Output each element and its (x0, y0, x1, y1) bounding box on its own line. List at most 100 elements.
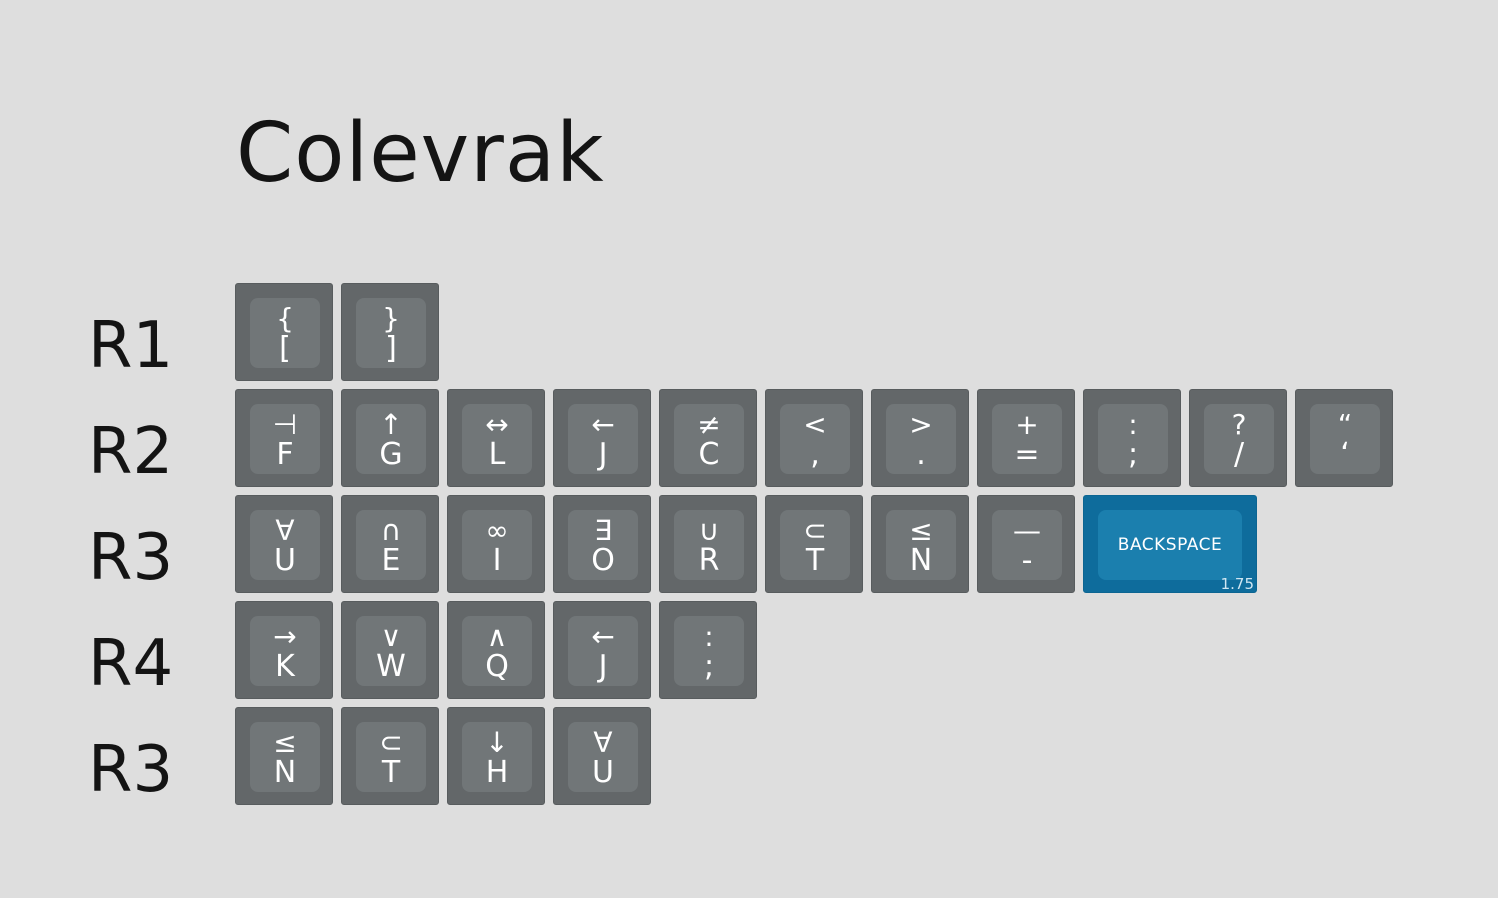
keycap-legend: N (909, 543, 933, 578)
keycap-face: ∃ O (568, 510, 638, 580)
keycap-face: BACKSPACE (1098, 510, 1242, 580)
keycap-legend: C (698, 437, 720, 472)
keycap-shift-legend: } (382, 302, 400, 335)
keycap-face: + = (992, 404, 1062, 474)
keycap-legend: T (381, 755, 401, 790)
keycap-legend: [ (279, 331, 291, 366)
keycap-face: ← J (568, 404, 638, 474)
keycap-shift-legend: ⊂ (379, 726, 403, 759)
keycap-legend: O (591, 543, 615, 578)
keycap-shift-legend: ≠ (697, 408, 721, 441)
keycap: ← J (553, 601, 651, 699)
keycap-shift-legend: “ (1337, 408, 1353, 441)
keycap-legend: W (376, 649, 406, 684)
keycap-legend: ‘ (1340, 437, 1350, 472)
row-label: R4 (88, 627, 174, 701)
keycap-legend: J (598, 437, 608, 472)
keycap-face: < , (780, 404, 850, 474)
keycap-face: ⊂ T (780, 510, 850, 580)
keycap: } ] (341, 283, 439, 381)
keycap: : ; (659, 601, 757, 699)
keycap-shift-legend: ∨ (380, 620, 402, 653)
keycap-shift-legend: ∞ (485, 514, 509, 547)
keycap-legend: ; (703, 649, 715, 684)
keycap: < , (765, 389, 863, 487)
keyboard-layout-sheet: Colevrak R1 R2 R3 R4 R3 { [ } ] ⊣ F ↑ G … (0, 0, 1498, 898)
keycap: ? / (1189, 389, 1287, 487)
keycap-face: ⊂ T (356, 722, 426, 792)
keycap-face: ∪ R (674, 510, 744, 580)
keycap: > . (871, 389, 969, 487)
keycap-face: ↓ H (462, 722, 532, 792)
keycap-face: → K (250, 616, 320, 686)
keycap-face: — - (992, 510, 1062, 580)
keycap: ⊂ T (341, 707, 439, 805)
keycap-face: : ; (1098, 404, 1168, 474)
keycap-face: : ; (674, 616, 744, 686)
keycap-shift-legend: ← (591, 408, 615, 441)
keycap-legend: H (485, 755, 509, 790)
keycap-legend: J (598, 649, 608, 684)
keycap-shift-legend: ↓ (485, 726, 509, 759)
keycap-face: ? / (1204, 404, 1274, 474)
page-title: Colevrak (236, 106, 605, 201)
keycap-legend: = (1014, 437, 1040, 472)
keycap-face: > . (886, 404, 956, 474)
keycap-legend: G (379, 437, 403, 472)
keycap-face: ≤ N (250, 722, 320, 792)
keycap-legend: R (698, 543, 720, 578)
keycap: ∞ I (447, 495, 545, 593)
row-label: R2 (88, 415, 174, 489)
keycap-legend: T (805, 543, 825, 578)
keycap: ∧ Q (447, 601, 545, 699)
keycap-shift-legend: ∀ (593, 726, 613, 759)
keycap-legend: ; (1127, 437, 1139, 472)
keycap-shift-legend: < (803, 408, 827, 441)
keycap-legend: E (381, 543, 401, 578)
keycap-legend: BACKSPACE (1117, 535, 1223, 555)
keycap: ⊣ F (235, 389, 333, 487)
keycap-face: ↔ L (462, 404, 532, 474)
keycap-face: “ ‘ (1310, 404, 1380, 474)
keycap-face: ≤ N (886, 510, 956, 580)
keycap-legend: L (488, 437, 506, 472)
keycap-face: ⊣ F (250, 404, 320, 474)
keycap: ∨ W (341, 601, 439, 699)
keycap-shift-legend: — (1013, 514, 1041, 547)
row-label: R3 (88, 733, 174, 807)
keycap-legend: U (592, 755, 614, 790)
keycap: ∃ O (553, 495, 651, 593)
keycap-face: ≠ C (674, 404, 744, 474)
keycap-shift-legend: ∧ (486, 620, 508, 653)
keycap: ≤ N (871, 495, 969, 593)
keycap-shift-legend: + (1015, 408, 1039, 441)
keycap-face: ↑ G (356, 404, 426, 474)
keycap-shift-legend: ∃ (594, 514, 612, 547)
keycap-face: } ] (356, 298, 426, 368)
keycap-legend: - (1021, 543, 1033, 578)
backspace-keycap: BACKSPACE 1.75 (1083, 495, 1257, 593)
keycap: + = (977, 389, 1075, 487)
keycap-shift-legend: ↑ (379, 408, 403, 441)
keycap-legend: , (810, 437, 820, 472)
keycap-legend: U (274, 543, 296, 578)
keycap: ↓ H (447, 707, 545, 805)
keycap-shift-legend: → (273, 620, 297, 653)
keycap: ∩ E (341, 495, 439, 593)
keycap-face: ∀ U (568, 722, 638, 792)
keycap-shift-legend: ≤ (273, 726, 297, 759)
row-label: R3 (88, 521, 174, 595)
keycap: ← J (553, 389, 651, 487)
keycap-face: ← J (568, 616, 638, 686)
keycap: ⊂ T (765, 495, 863, 593)
key-size-label: 1.75 (1220, 575, 1254, 593)
keycap-shift-legend: ∀ (275, 514, 295, 547)
keycap-face: ∀ U (250, 510, 320, 580)
keycap: { [ (235, 283, 333, 381)
keycap: ∀ U (553, 707, 651, 805)
keycap-shift-legend: ∩ (380, 514, 402, 547)
keycap-face: ∞ I (462, 510, 532, 580)
keycap-shift-legend: : (1128, 408, 1138, 441)
keycap-shift-legend: : (704, 620, 714, 653)
keycap: ∀ U (235, 495, 333, 593)
